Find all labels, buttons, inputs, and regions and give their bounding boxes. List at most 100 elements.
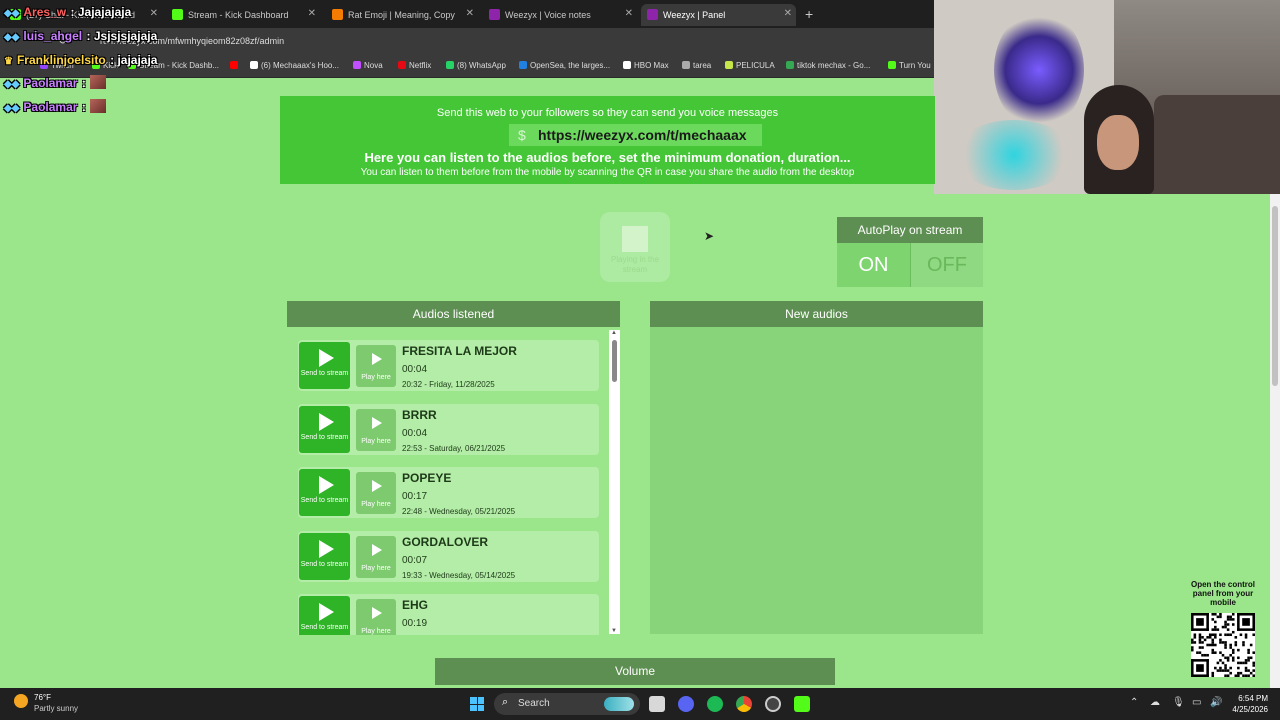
send-to-stream-button[interactable]: Send to stream: [299, 596, 350, 635]
play-here-button[interactable]: Play here: [356, 408, 396, 451]
send-to-stream-button[interactable]: Send to stream: [299, 405, 350, 453]
play-here-button[interactable]: Play here: [356, 345, 396, 387]
play-here-button[interactable]: Play here: [356, 599, 396, 635]
audio-list-item: Send to stream Play here POPEYE 00:17 22:48 …: [298, 467, 599, 518]
network-icon[interactable]: ▭: [1192, 697, 1201, 708]
tab-voice-notes[interactable]: Weezyx | Voice notes ✕: [483, 4, 637, 26]
send-to-stream-button[interactable]: Send to stream: [299, 342, 350, 389]
chat-message: ◆◆ Ares_w : Jajajajaja: [4, 5, 132, 19]
share-link[interactable]: $ https://weezyx.com/t/mechaaax: [509, 124, 762, 146]
close-tab-icon[interactable]: ✕: [150, 8, 158, 19]
bookmark-favicon-icon: [519, 61, 527, 69]
chat-badge-icons: ◆◆: [4, 79, 20, 90]
qr-code-icon[interactable]: [1191, 613, 1255, 677]
bookmark-item[interactable]: (6) Mechaaax's Hoo...: [250, 61, 339, 70]
bookmark-item[interactable]: tarea: [682, 61, 711, 70]
bookmark-favicon-icon: [786, 61, 794, 69]
clock[interactable]: 6:54 PM 4/25/2026: [1222, 693, 1268, 715]
chat-badge-icons: ♛: [4, 56, 13, 67]
scroll-up-icon[interactable]: ▲: [611, 330, 617, 336]
bookmark-favicon-icon: [353, 61, 361, 69]
share-banner: Send this web to your followers so they …: [280, 96, 935, 184]
bookmark-item[interactable]: OpenSea, the larges...: [519, 61, 610, 70]
close-tab-icon[interactable]: ✕: [784, 8, 792, 19]
bookmark-item[interactable]: Nova: [353, 61, 383, 70]
bookmark-item[interactable]: HBO Max: [623, 61, 669, 70]
bookmark-favicon-icon: [398, 61, 406, 69]
chat-message: ◆◆ Paolamar :: [4, 98, 106, 116]
chat-message: ◆◆ Paolamar :: [4, 74, 106, 92]
send-to-stream-button[interactable]: Send to stream: [299, 469, 350, 516]
play-icon: [319, 539, 334, 558]
taskbar-search[interactable]: ⌕ Search: [494, 693, 640, 715]
mouse-cursor-icon: ➤: [704, 229, 715, 243]
audio-date: 22:53 - Saturday, 06/21/2025: [402, 443, 506, 453]
obs-icon[interactable]: [765, 696, 781, 712]
bookmark-item[interactable]: Turn You: [888, 61, 931, 70]
close-tab-icon[interactable]: ✕: [625, 8, 633, 19]
audio-name: FRESITA LA MEJOR: [402, 344, 517, 358]
emojipedia-icon: [332, 9, 343, 20]
bookmark-item[interactable]: (8) WhatsApp: [446, 61, 506, 70]
spotify-icon[interactable]: [707, 696, 723, 712]
weezyx-icon: [489, 9, 500, 20]
play-here-button[interactable]: Play here: [356, 472, 396, 514]
audio-duration: 00:17: [402, 491, 428, 502]
tab-kick-stream[interactable]: Stream - Kick Dashboard ✕: [166, 4, 320, 26]
audio-duration: 00:04: [402, 364, 428, 375]
chrome-icon[interactable]: [736, 696, 752, 712]
new-tab-button[interactable]: +: [805, 6, 813, 22]
discord-icon[interactable]: [678, 696, 694, 712]
chat-badge-icons: ◆◆: [4, 8, 20, 19]
play-icon: [372, 607, 382, 619]
autoplay-on-button[interactable]: ON: [837, 243, 910, 287]
autoplay-title: AutoPlay on stream: [837, 217, 983, 243]
list-scrollbar[interactable]: ▲ ▼: [609, 330, 620, 634]
tab-weezyx-panel[interactable]: Weezyx | Panel ✕: [641, 4, 796, 26]
qr-caption: Open the control panel from your mobile: [1191, 580, 1255, 607]
audio-list-item: Send to stream Play here FRESITA LA MEJOR 0…: [298, 340, 599, 391]
bookmark-favicon-icon: [230, 61, 238, 69]
bookmark-item[interactable]: Netflix: [398, 61, 431, 70]
new-audios-header: New audios: [650, 301, 983, 327]
start-button[interactable]: [470, 697, 484, 711]
mobile-qr-panel: Open the control panel from your mobile: [1186, 580, 1260, 682]
audio-date: 19:33 - Wednesday, 05/14/2025: [402, 570, 516, 580]
search-icon: ⌕: [502, 696, 509, 708]
play-icon: [319, 412, 334, 431]
tab-rat-emoji[interactable]: Rat Emoji | Meaning, Copy ✕: [326, 4, 478, 26]
audio-list-item: Send to stream Play here EHG 00:19: [298, 594, 599, 635]
bookmark-favicon-icon: [446, 61, 454, 69]
bookmark-item[interactable]: [230, 61, 241, 70]
emote-image: [89, 75, 106, 89]
play-icon: [372, 353, 382, 365]
close-tab-icon[interactable]: ✕: [308, 8, 316, 19]
file-explorer-icon[interactable]: [649, 696, 665, 712]
bookmark-item[interactable]: tiktok mechax - Go...: [786, 61, 870, 70]
bookmark-item[interactable]: PELICULA: [725, 61, 775, 70]
tray-chevron-icon[interactable]: ⌃: [1130, 697, 1138, 708]
page-scrollbar[interactable]: [1270, 194, 1280, 688]
bookmark-favicon-icon: [888, 61, 896, 69]
send-to-stream-button[interactable]: Send to stream: [299, 532, 350, 580]
search-highlight-icon: [604, 697, 634, 711]
new-audios-list: [650, 327, 983, 634]
volume-icon[interactable]: 🔊: [1210, 697, 1222, 708]
kick-app-icon[interactable]: [794, 696, 810, 712]
volume-header[interactable]: Volume: [435, 658, 835, 685]
play-icon: [319, 349, 334, 367]
banner-heading: Here you can listen to the audios before…: [364, 150, 851, 165]
share-link-text[interactable]: https://weezyx.com/t/mechaaax: [538, 124, 747, 146]
scroll-down-icon[interactable]: ▼: [611, 628, 617, 634]
bookmark-favicon-icon: [250, 61, 258, 69]
autoplay-off-button[interactable]: OFF: [910, 243, 983, 287]
close-tab-icon[interactable]: ✕: [466, 8, 474, 19]
taskbar: [0, 688, 1280, 720]
play-icon: [319, 603, 334, 621]
playing-in-stream-indicator[interactable]: Playing in the stream: [600, 212, 670, 282]
microphone-icon[interactable]: 🎙: [1172, 697, 1185, 708]
play-here-button[interactable]: Play here: [356, 535, 396, 578]
tray-app-icon[interactable]: ☁: [1150, 697, 1160, 708]
webcam-overlay: [934, 0, 1280, 194]
banner-intro: Send this web to your followers so they …: [436, 107, 779, 119]
